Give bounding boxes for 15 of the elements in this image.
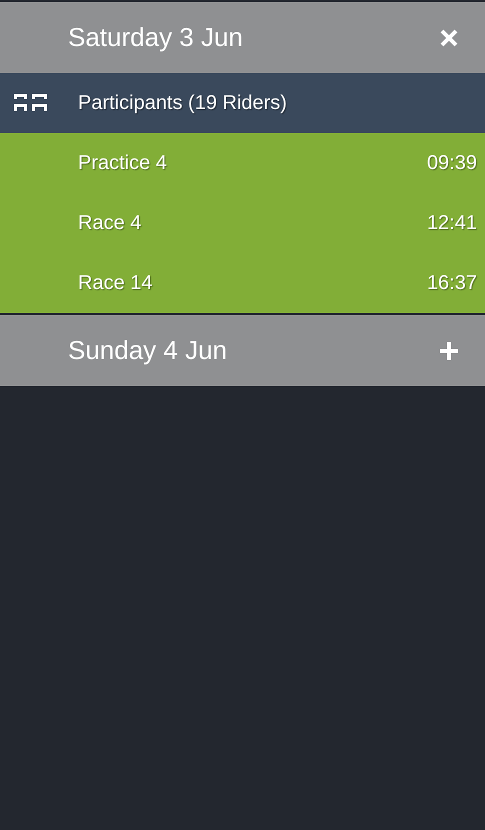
plus-icon[interactable] xyxy=(439,340,459,360)
day-header[interactable]: Saturday 3 Jun xyxy=(0,2,485,73)
grid-icon xyxy=(14,92,48,114)
session-name[interactable]: Practice 4 xyxy=(78,152,427,174)
session-time: 16:37 xyxy=(426,272,477,294)
participants-row[interactable]: Participants (19 Riders) xyxy=(0,73,485,133)
day-title: Saturday 3 Jun xyxy=(68,22,244,53)
session-time: 09:39 xyxy=(426,152,477,174)
participants-label: Participants (19 Riders) xyxy=(78,92,287,114)
session-time: 12:41 xyxy=(426,212,477,234)
day-header[interactable]: Sunday 4 Jun xyxy=(0,315,485,386)
session-name[interactable]: Race 4 xyxy=(78,212,427,234)
day-title: Sunday 4 Jun xyxy=(68,335,228,366)
session-name[interactable]: Race 14 xyxy=(78,272,427,294)
close-icon[interactable] xyxy=(439,28,459,48)
